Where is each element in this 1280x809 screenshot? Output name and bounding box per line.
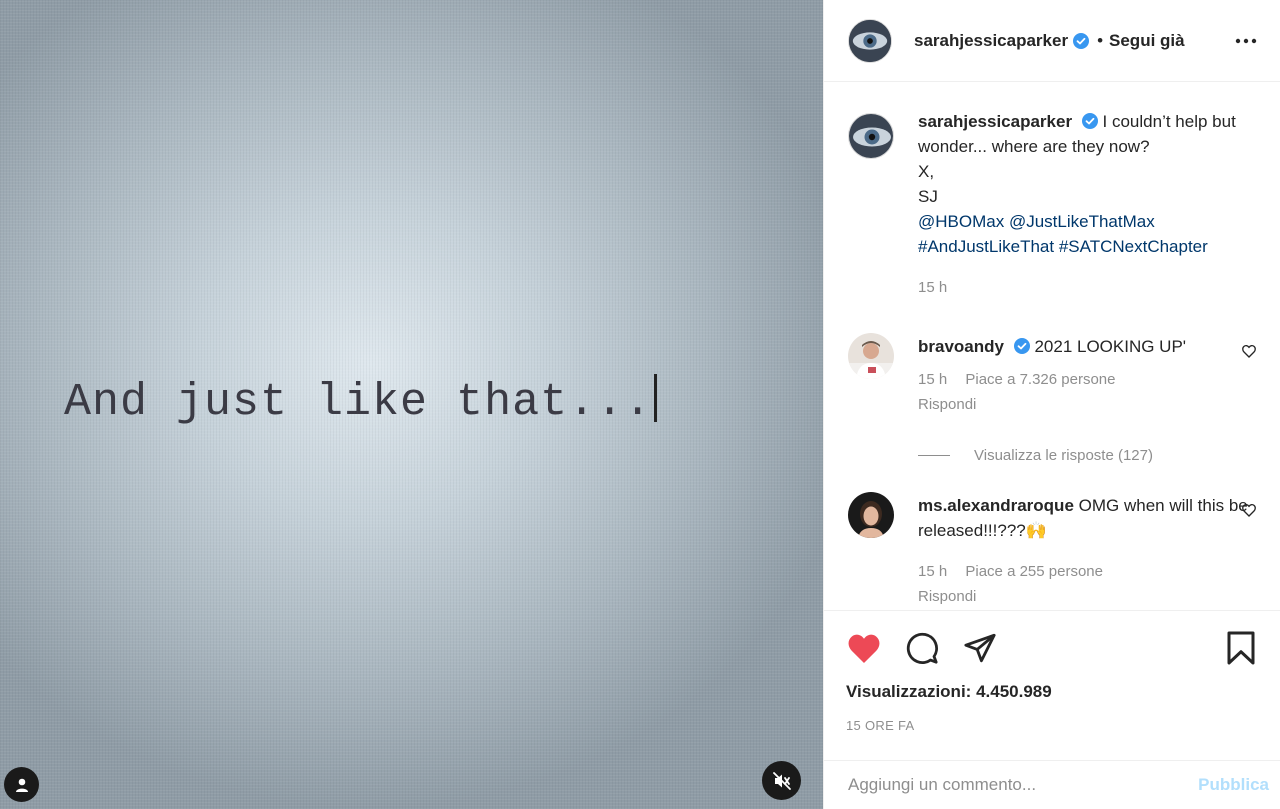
person-photo-icon [848,333,894,379]
views-label: Visualizzazioni: [846,682,972,701]
caption-time[interactable]: 15 h [918,279,947,296]
video-caption-text: And just like that... [64,374,658,428]
post-video[interactable]: And just like that... [0,0,823,809]
reply-button[interactable]: Rispondi [918,392,1248,417]
view-replies-line [918,455,950,456]
commenter-avatar[interactable] [848,333,894,379]
comment-button[interactable] [904,630,940,666]
author-username[interactable]: sarahjessicaparker [914,31,1068,51]
post-header: sarahjessicaparker • Segui già [824,0,1280,82]
hashtag-andjustlikethat[interactable]: #AndJustLikeThat [918,237,1054,256]
commenter-username[interactable]: ms.alexandraroque [918,496,1074,515]
heart-filled-icon [848,634,880,663]
author-avatar-small[interactable] [848,113,894,159]
comment-item: ms.alexandraroque OMG when will this be … [848,492,1257,609]
author-avatar[interactable] [848,18,892,63]
hashtag-satcnextchapter[interactable]: #SATCNextChapter [1059,237,1208,256]
verified-badge-icon [1073,32,1090,49]
comments-list[interactable]: sarahjessicaparker I couldn’t help but w… [824,83,1280,610]
caption-username[interactable]: sarahjessicaparker [918,112,1072,131]
heart-outline-icon[interactable] [1241,502,1257,518]
post-actions: Visualizzazioni: 4.450.989 15 ORE FA [824,610,1280,760]
following-button[interactable]: Segui già [1109,31,1185,51]
publish-button[interactable]: Pubblica [1198,775,1269,795]
typing-cursor [654,374,658,422]
view-count[interactable]: Visualizzazioni: 4.450.989 [846,682,1259,702]
ellipsis-icon [1235,38,1257,43]
mention-justlikethatmax[interactable]: @JustLikeThatMax [1009,212,1155,231]
share-button[interactable] [962,630,998,666]
comment-input[interactable] [848,775,1199,795]
mute-button[interactable] [762,761,801,800]
more-options-button[interactable] [1234,29,1258,53]
person-photo-icon [848,492,894,538]
speaker-muted-icon [772,771,791,790]
view-replies-label: Visualizza le risposte (127) [974,447,1153,464]
eye-image-icon [849,19,891,62]
comment-likes[interactable]: Piace a 255 persone [965,563,1103,580]
add-comment-bar: Pubblica [824,760,1280,809]
bookmark-icon [1227,631,1255,665]
post-side-panel: sarahjessicaparker • Segui già sarahjess… [823,0,1280,809]
caption-line-x: X, [918,162,935,181]
verified-badge-icon [1081,113,1098,129]
commenter-username[interactable]: bravoandy [918,337,1004,356]
comment-time[interactable]: 15 h [918,371,947,388]
eye-image-icon [849,114,893,158]
save-button[interactable] [1223,630,1259,666]
reply-button[interactable]: Rispondi [918,584,1248,609]
comment-bubble-icon [906,632,938,664]
paper-plane-icon [964,633,996,663]
like-button[interactable] [846,630,882,666]
mention-hbomax[interactable]: @HBOMax [918,212,1004,231]
comment-likes[interactable]: Piace a 7.326 persone [965,371,1115,388]
comment-item: bravoandy 2021 LOOKING UP' 15 h Piace a … [848,333,1257,417]
separator-dot: • [1097,30,1104,50]
user-icon [15,778,28,792]
view-replies-button[interactable]: Visualizza le risposte (127) [918,447,1257,464]
verified-badge-icon [1013,338,1030,354]
caption-line-sj: SJ [918,187,938,206]
comment-text: 2021 LOOKING UP' [1034,337,1187,356]
post-timestamp[interactable]: 15 ORE FA [846,718,1259,733]
comment-time[interactable]: 15 h [918,563,947,580]
views-value: 4.450.989 [976,682,1052,701]
commenter-avatar[interactable] [848,492,894,538]
post-caption: sarahjessicaparker I couldn’t help but w… [848,112,1257,300]
tagged-users-button[interactable] [4,767,39,802]
heart-outline-icon[interactable] [1241,343,1257,359]
